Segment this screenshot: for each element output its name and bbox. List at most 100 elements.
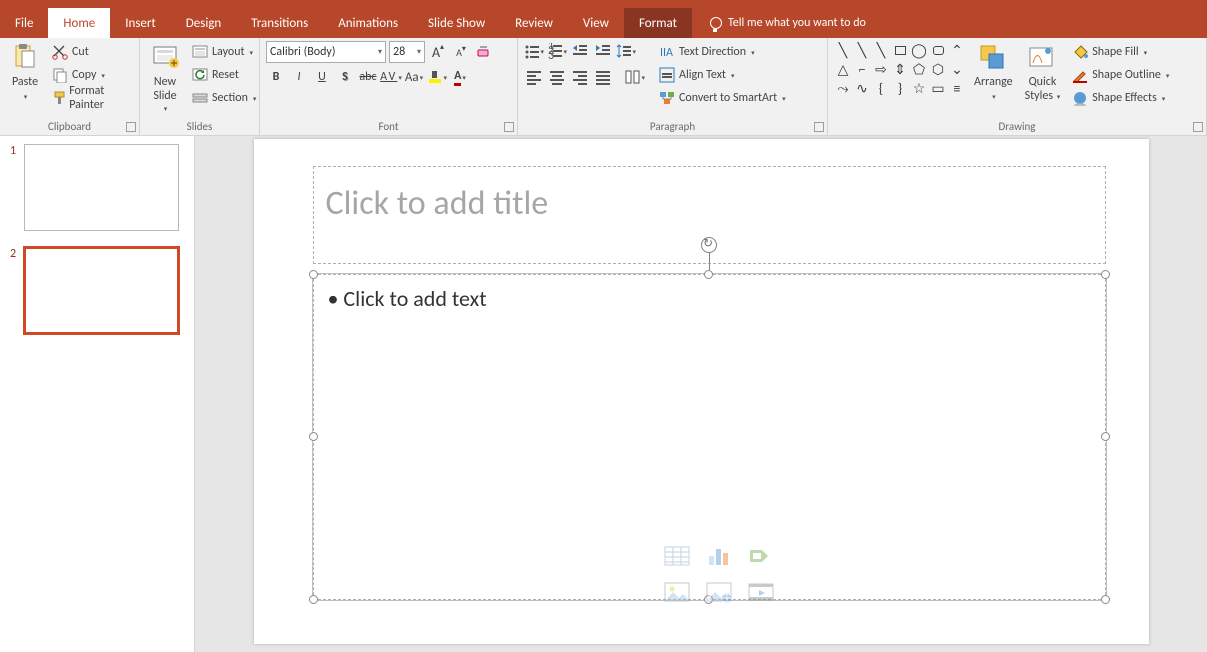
tab-format[interactable]: Format: [624, 8, 692, 38]
tab-slideshow[interactable]: Slide Show: [413, 8, 500, 38]
font-size-combo[interactable]: 28▾: [389, 41, 425, 63]
columns-button[interactable]: [625, 67, 645, 87]
copy-button[interactable]: Copy: [48, 64, 133, 86]
paragraph-dialog-launcher[interactable]: [814, 122, 824, 132]
justify-button[interactable]: [593, 67, 613, 87]
insert-video-icon[interactable]: [744, 579, 780, 607]
reset-button[interactable]: Reset: [188, 64, 260, 86]
slide[interactable]: Click to add title • Click to add text: [254, 139, 1149, 644]
insert-picture-icon[interactable]: [660, 579, 696, 607]
font-color-button[interactable]: A: [450, 67, 470, 87]
line-spacing-icon: [616, 43, 631, 59]
content-placeholder-text: • Click to add text: [328, 285, 487, 312]
shrink-font-button[interactable]: A▾: [451, 42, 471, 62]
char-spacing-button[interactable]: AV: [381, 67, 401, 87]
highlight-button[interactable]: [427, 67, 447, 87]
layout-button[interactable]: Layout: [188, 41, 260, 63]
tab-transitions[interactable]: Transitions: [236, 8, 323, 38]
insert-chart-icon[interactable]: [702, 543, 738, 571]
shape-rect-icon[interactable]: [891, 41, 909, 59]
tell-me-search[interactable]: Tell me what you want to do: [692, 8, 866, 38]
align-center-button[interactable]: [547, 67, 567, 87]
content-placeholder[interactable]: • Click to add text: [313, 274, 1106, 600]
strikethrough-button[interactable]: abc: [358, 67, 378, 87]
cut-button[interactable]: Cut: [48, 41, 133, 63]
tab-animations[interactable]: Animations: [323, 8, 413, 38]
shape-lbrace-icon[interactable]: {: [872, 79, 890, 97]
line-spacing-button[interactable]: [616, 41, 636, 61]
convert-smartart-button[interactable]: Convert to SmartArt: [655, 87, 790, 109]
shape-more-icon[interactable]: ≡: [948, 79, 966, 97]
shape-fill-button[interactable]: Shape Fill: [1068, 41, 1173, 63]
clear-formatting-button[interactable]: [474, 42, 494, 62]
grow-font-button[interactable]: A▴: [428, 42, 448, 62]
shape-oval-icon[interactable]: ◯: [910, 41, 928, 59]
shape-curve2-icon[interactable]: ∿: [853, 79, 871, 97]
shape-arrowud-icon[interactable]: ⇕: [891, 60, 909, 78]
shape-scrollup-icon[interactable]: ⌃: [948, 41, 966, 59]
underline-button[interactable]: U: [312, 67, 332, 87]
resize-handle-tr[interactable]: [1101, 270, 1110, 279]
font-dialog-launcher[interactable]: [504, 122, 514, 132]
shape-action-icon[interactable]: ▭: [929, 79, 947, 97]
font-name-combo[interactable]: Calibri (Body)▾: [266, 41, 386, 63]
new-slide-button[interactable]: NewSlide: [146, 41, 184, 117]
numbering-button[interactable]: 123: [547, 41, 567, 61]
resize-handle-r[interactable]: [1101, 432, 1110, 441]
section-button[interactable]: Section: [188, 87, 260, 109]
bullets-button[interactable]: [524, 41, 544, 61]
increase-indent-button[interactable]: [593, 41, 613, 61]
shape-connector-icon[interactable]: ⌐: [853, 60, 871, 78]
change-case-button[interactable]: Aa: [404, 67, 424, 87]
shadow-button[interactable]: S: [335, 67, 355, 87]
shape-scrolldn-icon[interactable]: ⌄: [948, 60, 966, 78]
shape-arrowr-icon[interactable]: ⇨: [872, 60, 890, 78]
shape-roundrect-icon[interactable]: [929, 41, 947, 59]
shape-hex-icon[interactable]: ⬡: [929, 60, 947, 78]
drawing-dialog-launcher[interactable]: [1193, 122, 1203, 132]
tab-file[interactable]: File: [0, 8, 48, 38]
shape-curve-icon[interactable]: ⤳: [834, 79, 852, 97]
slide-thumbnail-1[interactable]: [24, 144, 179, 231]
shape-callout-icon[interactable]: ⬠: [910, 60, 928, 78]
shape-effects-button[interactable]: Shape Effects: [1068, 87, 1173, 109]
italic-button[interactable]: I: [289, 67, 309, 87]
shapes-gallery[interactable]: ╲ ╲ ╲ ◯ ⌃ △ ⌐ ⇨ ⇕ ⬠ ⬡ ⌄ ⤳ ∿ { } ☆ ▭ ≡: [834, 41, 966, 97]
insert-table-icon[interactable]: [660, 543, 696, 571]
arrange-button[interactable]: Arrange: [970, 41, 1017, 105]
tab-review[interactable]: Review: [500, 8, 568, 38]
resize-handle-l[interactable]: [309, 432, 318, 441]
align-right-button[interactable]: [570, 67, 590, 87]
shape-line2-icon[interactable]: ╲: [853, 41, 871, 59]
paste-button[interactable]: Paste: [6, 41, 44, 105]
align-left-button[interactable]: [524, 67, 544, 87]
resize-handle-br[interactable]: [1101, 595, 1110, 604]
align-text-button[interactable]: Align Text: [655, 64, 790, 86]
tab-view[interactable]: View: [568, 8, 624, 38]
shape-triangle-icon[interactable]: △: [834, 60, 852, 78]
shape-line-icon[interactable]: ╲: [834, 41, 852, 59]
shape-outline-button[interactable]: Shape Outline: [1068, 64, 1173, 86]
text-direction-button[interactable]: IIAText Direction: [655, 41, 790, 63]
resize-handle-bl[interactable]: [309, 595, 318, 604]
tab-design[interactable]: Design: [171, 8, 236, 38]
quick-styles-button[interactable]: QuickStyles: [1021, 41, 1065, 105]
resize-handle-tl[interactable]: [309, 270, 318, 279]
bold-button[interactable]: B: [266, 67, 286, 87]
insert-online-picture-icon[interactable]: [702, 579, 738, 607]
decrease-indent-button[interactable]: [570, 41, 590, 61]
shape-rbrace-icon[interactable]: }: [891, 79, 909, 97]
slide-canvas[interactable]: Click to add title • Click to add text: [195, 136, 1207, 652]
rotate-handle[interactable]: [701, 237, 717, 253]
shape-line3-icon[interactable]: ╲: [872, 41, 890, 59]
align-left-icon: [526, 69, 542, 85]
insert-smartart-icon[interactable]: [744, 543, 780, 571]
slide-thumbnails-pane[interactable]: 1 2: [0, 136, 195, 652]
resize-handle-t[interactable]: [704, 270, 713, 279]
format-painter-button[interactable]: Format Painter: [48, 87, 133, 109]
tab-insert[interactable]: Insert: [110, 8, 171, 38]
tab-home[interactable]: Home: [48, 8, 110, 38]
shape-star-icon[interactable]: ☆: [910, 79, 928, 97]
clipboard-dialog-launcher[interactable]: [126, 122, 136, 132]
slide-thumbnail-2[interactable]: [24, 247, 179, 334]
